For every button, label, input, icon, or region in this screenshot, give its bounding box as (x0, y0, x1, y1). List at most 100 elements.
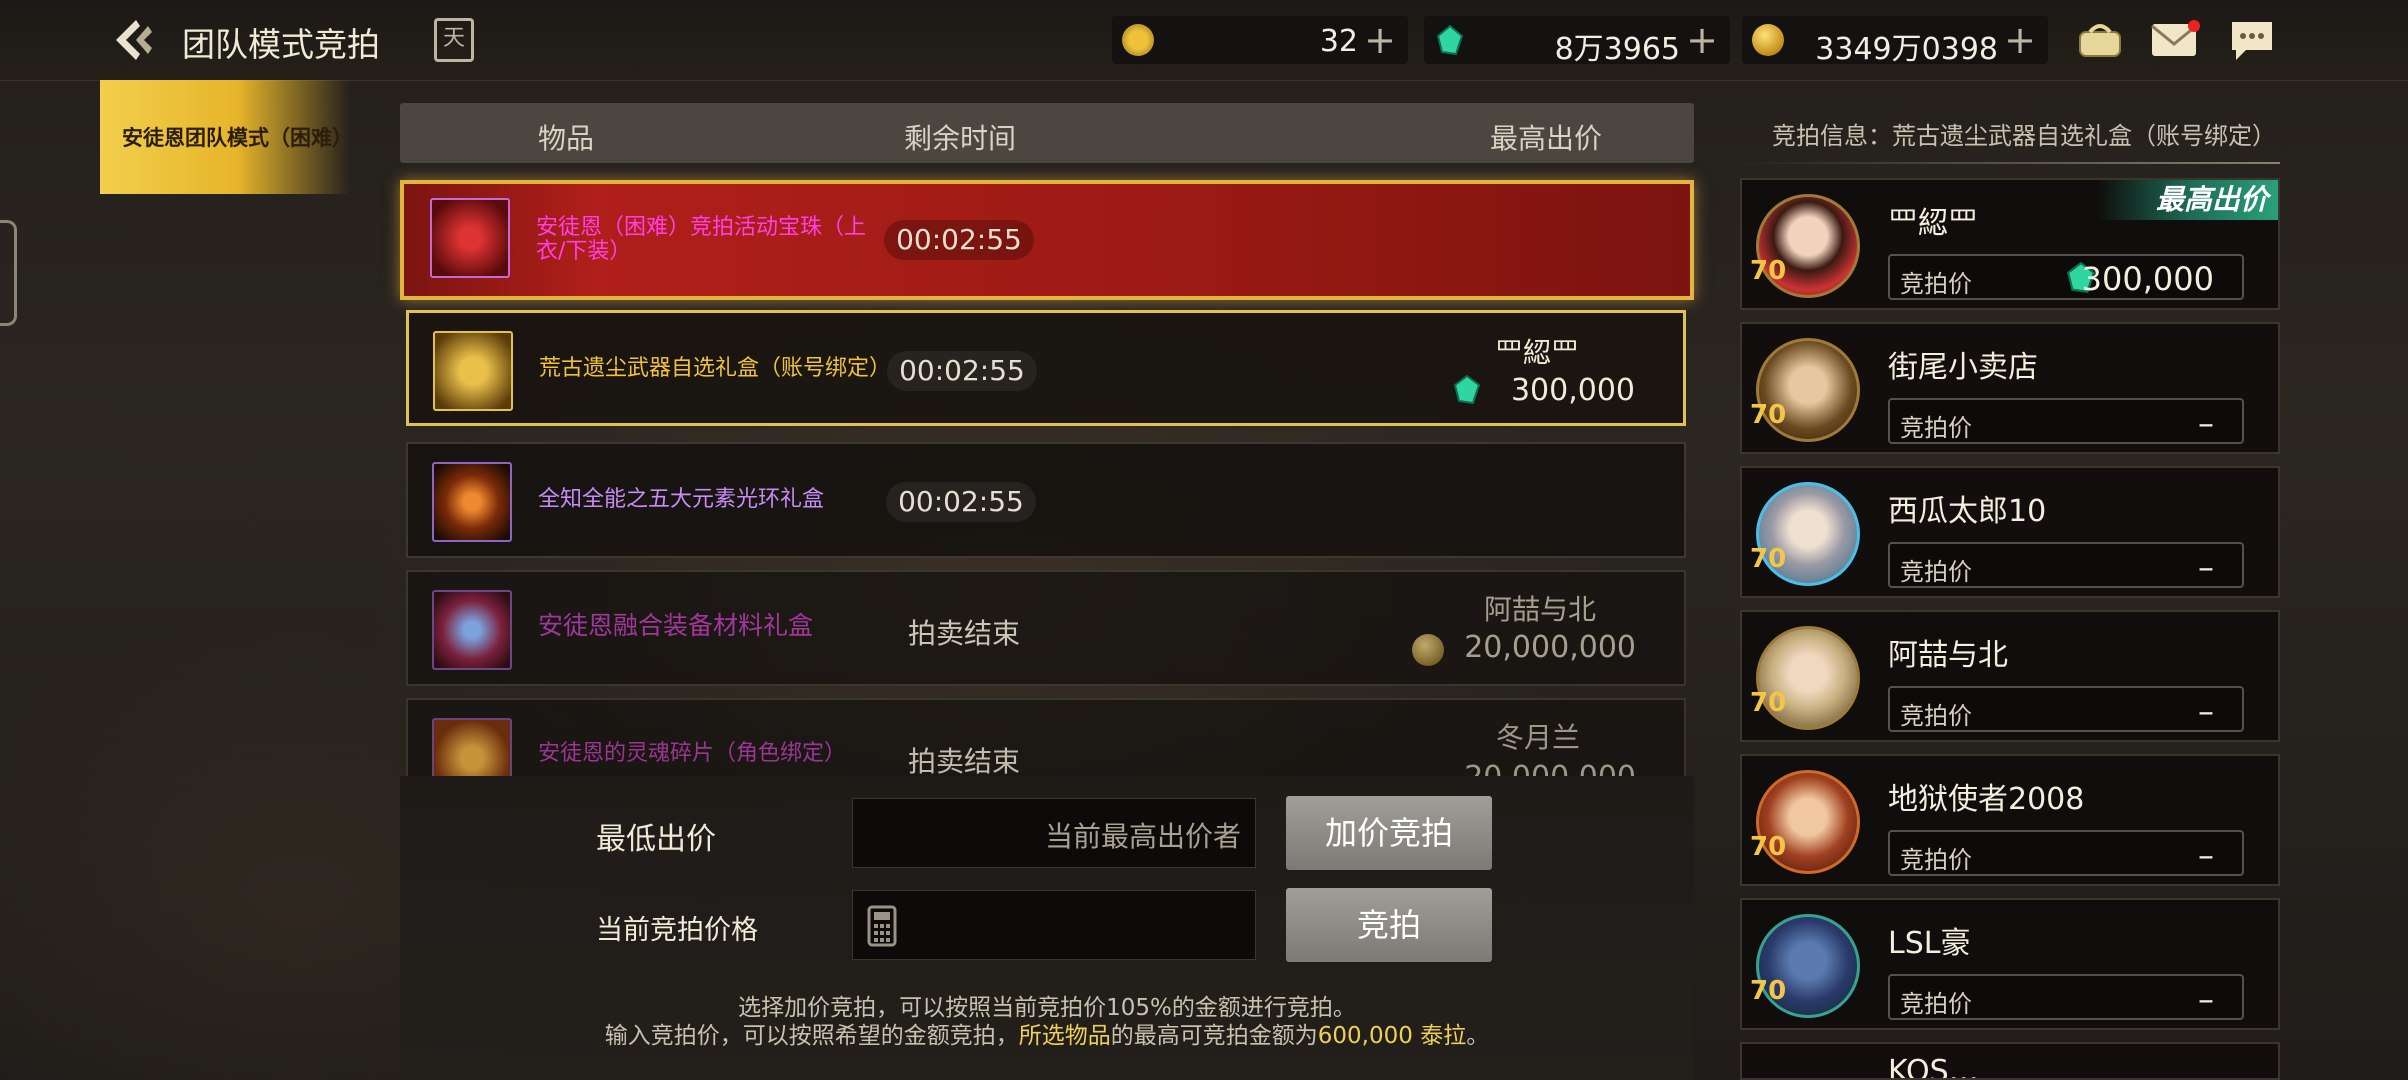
auction-row[interactable]: 安徒恩（困难）竞拍活动宝珠（上衣/下装） 00:02:55 (400, 180, 1694, 300)
level-badge: 70 (1750, 688, 1787, 718)
left-drawer-handle[interactable] (0, 220, 17, 326)
bid-price-value: – (2198, 836, 2214, 874)
back-arrow-icon[interactable] (110, 14, 162, 66)
min-bid-field[interactable]: 当前最高出价者 (852, 798, 1256, 868)
bid-price-input[interactable] (852, 890, 1256, 960)
highest-bidder: 阿喆与北 (1483, 593, 1596, 626)
bidder-card[interactable]: 70 阿喆与北 竞拍价 – (1740, 610, 2280, 742)
bid-price-box: 竞拍价 – (1888, 686, 2244, 732)
bid-price-label: 竞拍价 (1900, 990, 1972, 1018)
auction-info-title: 竞拍信息：荒古遗尘武器自选礼盒（账号绑定） (1772, 122, 2276, 150)
currency-credit: 32 + (1112, 16, 1408, 64)
bidder-name: 西瓜太郎10 (1888, 494, 2047, 529)
auction-row-selected[interactable]: 荒古遗尘武器自选礼盒（账号绑定） 00:02:55 罒綛罒 300,000 (406, 310, 1686, 426)
inventory-bag-icon[interactable] (2076, 20, 2124, 60)
item-name: 全知全能之五大元素光环礼盒 (538, 487, 825, 512)
chat-icon[interactable] (2228, 18, 2276, 62)
bidder-name: KOS… (1888, 1054, 1979, 1080)
bidder-card[interactable]: 70 地狱使者2008 竞拍价 – (1740, 754, 2280, 886)
item-material-box-icon (432, 590, 512, 670)
hint-max-amount: 600,000 泰拉 (1317, 1023, 1467, 1049)
bid-price-value: – (2198, 548, 2214, 586)
bid-price-box: 竞拍价 – (1888, 830, 2244, 876)
bid-price-value: – (2198, 980, 2214, 1018)
auction-status: 拍卖结束 (908, 745, 1021, 778)
auction-row-ended[interactable]: 安徒恩融合装备材料礼盒 拍卖结束 阿喆与北 20,000,000 (406, 570, 1686, 686)
header-time: 剩余时间 (904, 122, 1017, 155)
item-name: 荒古遗尘武器自选礼盒（账号绑定） (539, 356, 892, 381)
add-gold-button[interactable]: + (2004, 18, 2036, 62)
gold-value: 3349万0398 (1815, 32, 1998, 67)
time-remaining: 00:02:55 (884, 220, 1034, 260)
tab-label: 安徒恩团队模式（困难） (122, 126, 353, 150)
level-badge: 70 (1750, 544, 1787, 574)
mail-icon[interactable] (2150, 20, 2200, 58)
hint-text: 输入竞拍价，可以按照希望的金额竞拍， (604, 1023, 1019, 1049)
gold-coin-icon (1412, 634, 1444, 666)
bidder-card[interactable]: 70 LSL豪 竞拍价 – (1740, 898, 2280, 1030)
level-badge: 70 (1750, 256, 1787, 286)
bidder-name: 地狱使者2008 (1888, 782, 2085, 817)
green-gem-icon (1453, 375, 1481, 405)
item-name: 安徒恩（困难）竞拍活动宝珠（上衣/下装） (536, 215, 867, 264)
bid-price-value: – (2198, 692, 2214, 730)
item-name: 安徒恩的灵魂碎片（角色绑定） (538, 741, 847, 766)
table-header: 物品 剩余时间 最高出价 (400, 103, 1694, 163)
bidder-card[interactable]: 70 街尾小卖店 竞拍价 – (1740, 322, 2280, 454)
highest-bid-amount: 20,000,000 (1464, 630, 1636, 665)
hint-selected-item: 所选物品 (1018, 1023, 1111, 1049)
raise-bid-button[interactable]: 加价竞拍 (1286, 796, 1492, 870)
green-gem-icon (1436, 24, 1464, 56)
add-gem-button[interactable]: + (1686, 18, 1718, 62)
bidder-name: 阿喆与北 (1888, 638, 2008, 673)
auction-status: 拍卖结束 (908, 617, 1021, 650)
header-item: 物品 (538, 122, 595, 155)
divider (1740, 162, 2280, 164)
credit-value: 32 (1319, 24, 1358, 59)
bid-price-box: 竞拍价 300,000 (1888, 254, 2244, 300)
current-bid-label: 当前竞拍价格 (596, 915, 758, 946)
level-badge: 70 (1750, 976, 1787, 1006)
currency-gold: 3349万0398 + (1742, 16, 2048, 67)
header-price: 最高出价 (1490, 122, 1603, 155)
add-credit-button[interactable]: + (1364, 18, 1396, 62)
calendar-icon[interactable]: 天 (434, 18, 474, 62)
credit-coin-icon (1122, 24, 1154, 56)
item-orb-icon (430, 198, 510, 278)
highest-bidder: 冬月兰 (1495, 721, 1580, 754)
bidder-card[interactable]: KOS… (1740, 1042, 2280, 1080)
bid-price-value: 300,000 (2081, 260, 2214, 298)
bid-price-label: 竞拍价 (1900, 702, 1972, 730)
min-bid-label: 最低出价 (596, 822, 716, 857)
bidder-card[interactable]: 70 西瓜太郎10 竞拍价 – (1740, 466, 2280, 598)
time-remaining: 00:02:55 (887, 351, 1037, 391)
auction-row[interactable]: 全知全能之五大元素光环礼盒 00:02:55 (406, 442, 1686, 558)
bid-button[interactable]: 竞拍 (1286, 888, 1492, 962)
level-badge: 70 (1750, 832, 1787, 862)
item-weapon-box-icon (433, 331, 513, 411)
calculator-icon[interactable] (867, 905, 897, 947)
auction-row-ended[interactable]: 安徒恩的灵魂碎片（角色绑定） 拍卖结束 冬月兰 20,000,000 (406, 698, 1686, 778)
bid-price-label: 竞拍价 (1900, 270, 1972, 298)
highest-bid-amount: 300,000 (1510, 373, 1635, 408)
item-name: 安徒恩融合装备材料礼盒 (538, 611, 814, 640)
hint-line-2: 输入竞拍价，可以按照希望的金额竞拍，所选物品的最高可竞拍金额为600,000 泰… (400, 1016, 1694, 1050)
bid-price-box: 竞拍价 – (1888, 974, 2244, 1020)
bid-price-label: 竞拍价 (1900, 558, 1972, 586)
bidder-card[interactable]: 70 罒綛罒 最高出价 竞拍价 300,000 (1740, 178, 2280, 310)
item-soul-shard-icon (432, 718, 512, 776)
gem-value: 8万3965 (1554, 32, 1680, 67)
time-remaining: 00:02:55 (886, 482, 1036, 522)
bid-price-box: 竞拍价 – (1888, 398, 2244, 444)
bid-panel: 最低出价 当前最高出价者 加价竞拍 当前竞拍价格 竞拍 选择加价竞拍，可以按照当… (400, 776, 1694, 1080)
bidder-name: 街尾小卖店 (1888, 350, 2038, 385)
page-title: 团队模式竞拍 (182, 25, 380, 64)
gold-coin-icon (1752, 24, 1784, 56)
level-badge: 70 (1750, 400, 1787, 430)
item-aura-box-icon (432, 462, 512, 542)
tab-anton-hard[interactable]: 安徒恩团队模式（困难） (100, 80, 353, 194)
hint-text: 的最高可竞拍金额为 (1110, 1023, 1318, 1049)
bidder-name: LSL豪 (1888, 926, 1971, 961)
hint-text: 。 (1466, 1023, 1490, 1049)
bid-price-label: 竞拍价 (1900, 846, 1972, 874)
